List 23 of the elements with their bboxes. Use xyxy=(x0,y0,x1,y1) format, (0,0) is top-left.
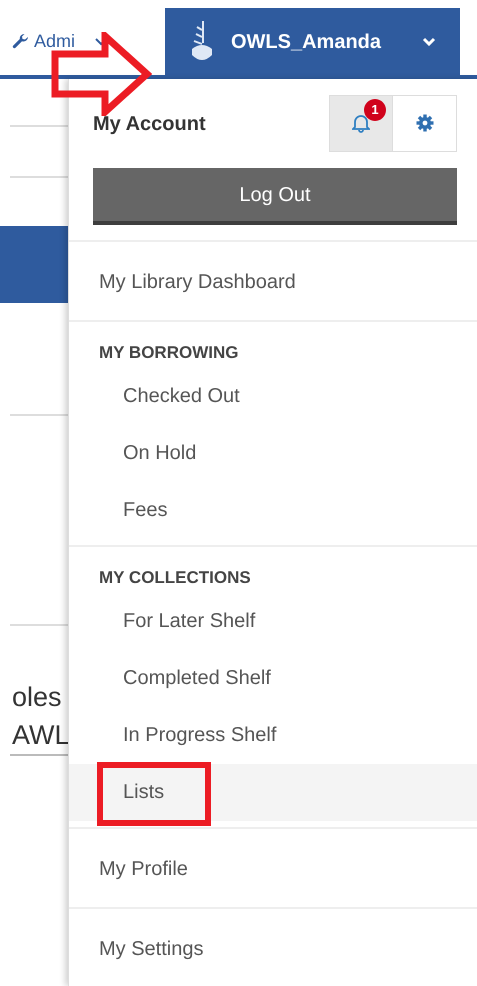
menu-item[interactable]: Checked Out xyxy=(69,368,477,425)
menu-item[interactable]: For Later Shelf xyxy=(69,593,477,650)
settings-icon xyxy=(416,114,434,132)
menu-item[interactable]: Fees xyxy=(69,482,477,539)
section-heading: MY COLLECTIONS xyxy=(98,567,252,589)
menu-heading: My Account xyxy=(93,112,206,136)
chevron-icon xyxy=(422,36,436,46)
section-heading: MY BORROWING xyxy=(98,342,240,364)
settings-button[interactable] xyxy=(393,95,457,152)
account-menu-tab[interactable]: OWLS_Amanda xyxy=(165,8,460,75)
menu-item[interactable]: My Library Dashboard xyxy=(69,242,477,322)
page-text-fragment: oles xyxy=(12,681,63,714)
notifications-button[interactable]: 1 xyxy=(329,95,393,152)
menu-item[interactable]: My Profile xyxy=(69,829,477,909)
wrench-icon xyxy=(12,32,30,50)
menu-item[interactable]: Completed Shelf xyxy=(69,650,477,707)
admin-menu-link[interactable]: Admi xyxy=(34,28,76,55)
menu-item[interactable]: My Settings xyxy=(69,909,477,986)
menu-item[interactable]: In Progress Shelf xyxy=(69,707,477,764)
logout-button[interactable]: Log Out xyxy=(93,168,457,225)
notification-count: 1 xyxy=(364,99,386,121)
bell-icon xyxy=(352,113,370,134)
menu-item[interactable]: On Hold xyxy=(69,425,477,482)
